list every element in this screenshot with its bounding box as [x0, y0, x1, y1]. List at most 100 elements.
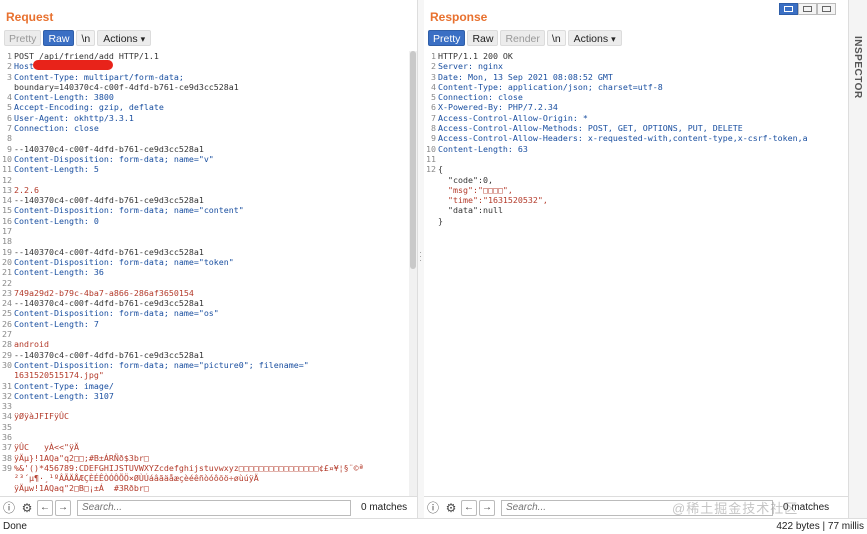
- code-line: 7 Access-Control-Allow-Origin: *: [424, 113, 848, 123]
- response-pretty-tab[interactable]: Pretty: [428, 30, 466, 46]
- code-line: 15 Content-Disposition: form-data; name="…: [0, 205, 417, 215]
- code-line: 32 Content-Length: 3107: [0, 391, 417, 401]
- line-number: 7: [431, 112, 436, 123]
- code-line: 31 Content-Type: image/: [0, 381, 417, 391]
- line-text: Content-Length: 36: [14, 267, 104, 278]
- line-number: 9: [431, 133, 436, 144]
- code-line: 14 --140370c4-c00f-4dfd-b761-ce9d3cc528a1: [0, 195, 417, 205]
- code-line: 17: [0, 226, 417, 236]
- layout-side-by-side-icon[interactable]: [779, 3, 798, 15]
- line-number: 11: [426, 153, 436, 164]
- request-pretty-tab[interactable]: Pretty: [4, 30, 42, 46]
- line-number: 5: [7, 102, 12, 113]
- line-number: 13: [2, 184, 12, 195]
- inspector-panel-tab[interactable]: INSPECTOR: [848, 0, 867, 518]
- response-actions-menu[interactable]: Actions ▾: [567, 30, 622, 46]
- code-line: }: [424, 216, 848, 226]
- code-line: 38 ÿÄµ}!1AQa"q2□□;#B±ÁRÑð$3br□: [0, 453, 417, 463]
- line-text: Content-Type: multipart/form-data;: [14, 71, 184, 82]
- line-number: 10: [2, 153, 12, 164]
- code-line: 6 User-Agent: okhttp/3.3.1: [0, 113, 417, 123]
- status-text: Done: [3, 521, 27, 532]
- response-toolbar: Pretty Raw Render \n Actions ▾: [428, 30, 622, 47]
- line-text: Content-Type: application/json; charset=…: [438, 81, 663, 92]
- gear-icon[interactable]: ⚙: [19, 500, 35, 516]
- line-number: 7: [7, 123, 12, 134]
- line-number: [424, 185, 438, 195]
- code-line: 27: [0, 329, 417, 339]
- line-number: 1: [7, 51, 12, 61]
- line-number: 19: [2, 246, 12, 257]
- help-icon[interactable]: ⓘ: [1, 500, 17, 516]
- line-number: 10: [426, 143, 436, 154]
- response-editor[interactable]: 1 HTTP/1.1 200 OK 2 Server: nginx 3 Date: Mon…: [424, 51, 848, 496]
- request-matches-count: 0 matches: [361, 502, 408, 513]
- line-text: Content-Disposition: form-data; name="co…: [14, 205, 244, 216]
- line-text: boundary=140370c4-c00f-4dfd-b761-ce9d3cc…: [14, 81, 239, 92]
- code-line: 4 Content-Type: application/json; charset…: [424, 82, 848, 92]
- line-text: Content-Length: 7: [14, 318, 99, 329]
- code-line: 37 ÿÛC yÀ<<"ÿÄ: [0, 442, 417, 452]
- arrow-right-icon[interactable]: →: [55, 499, 71, 516]
- help-icon[interactable]: ⓘ: [425, 500, 441, 516]
- line-text: Access-Control-Allow-Origin: *: [438, 112, 588, 123]
- line-number: 16: [2, 215, 12, 226]
- request-editor[interactable]: 1 POST /api/friend/add HTTP/1.1 2 Host: 3 Con…: [0, 51, 417, 496]
- layout-stacked-icon[interactable]: [798, 3, 817, 15]
- line-number: 21: [2, 267, 12, 278]
- arrow-left-icon[interactable]: ←: [461, 499, 477, 516]
- code-line: 13 2.2.6: [0, 185, 417, 195]
- layout-single-icon[interactable]: [817, 3, 836, 15]
- line-text: User-Agent: okhttp/3.3.1: [14, 112, 134, 123]
- line-number: [424, 175, 438, 185]
- code-line: 20 Content-Disposition: form-data; name="…: [0, 257, 417, 267]
- code-line: "time":"1631520532",: [424, 195, 848, 205]
- line-number: 8: [431, 123, 436, 134]
- request-raw-tab[interactable]: Raw: [43, 30, 75, 46]
- code-line: 1 HTTP/1.1 200 OK: [424, 51, 848, 61]
- chevron-down-icon: ▾: [611, 34, 616, 44]
- code-line: 5 Connection: close: [424, 92, 848, 102]
- code-line: 10 Content-Length: 63: [424, 144, 848, 154]
- gear-icon[interactable]: ⚙: [443, 500, 459, 516]
- line-number: 18: [2, 236, 12, 247]
- code-line: 10 Content-Disposition: form-data; name="…: [0, 154, 417, 164]
- code-line: 16 Content-Length: 0: [0, 216, 417, 226]
- code-line: 35: [0, 422, 417, 432]
- request-newline-toggle[interactable]: \n: [76, 30, 96, 46]
- scrollbar-thumb[interactable]: [410, 51, 416, 269]
- line-text: --140370c4-c00f-4dfd-b761-ce9d3cc528a1: [14, 143, 204, 154]
- line-text: }: [438, 215, 443, 226]
- code-line: 23 749a29d2-b79c-4ba7-a866-286af3650154: [0, 288, 417, 298]
- line-number: 35: [2, 421, 12, 432]
- line-number: 26: [2, 318, 12, 329]
- code-line: "code":0,: [424, 175, 848, 185]
- line-number: 31: [2, 380, 12, 391]
- code-line: 5 Accept-Encoding: gzip, deflate: [0, 102, 417, 112]
- request-scrollbar[interactable]: [409, 51, 417, 496]
- line-text: Server: nginx: [438, 61, 503, 72]
- request-search-input[interactable]: [77, 499, 351, 516]
- response-render-tab[interactable]: Render: [500, 30, 545, 46]
- response-raw-tab[interactable]: Raw: [467, 30, 499, 46]
- arrow-left-icon[interactable]: ←: [37, 499, 53, 516]
- line-number: [0, 473, 14, 483]
- line-text: 1631520515174.jpg": [14, 370, 104, 381]
- code-line: "msg":"□□□□",: [424, 185, 848, 195]
- line-number: 12: [426, 164, 436, 175]
- line-text: ÿÄµ}!1AQa"q2□□;#B±ÁRÑð$3br□: [14, 452, 149, 463]
- request-actions-menu[interactable]: Actions ▾: [97, 30, 152, 46]
- response-actions-label: Actions: [573, 33, 609, 45]
- arrow-right-icon[interactable]: →: [479, 499, 495, 516]
- code-line: 26 Content-Length: 7: [0, 319, 417, 329]
- line-number: 36: [2, 431, 12, 442]
- line-text: {: [438, 164, 443, 175]
- response-newline-toggle[interactable]: \n: [546, 30, 566, 46]
- code-line: ²³´µ¶·¸¹ºÂÃÄÅÆÇÈÉÊÒÓÔÕÖ×ØÙÚáâãäåæçèéêñòó…: [0, 473, 417, 483]
- line-number: 30: [2, 359, 12, 370]
- line-number: 1: [431, 51, 436, 61]
- host-redaction-mark: [33, 60, 113, 70]
- code-line: 12{: [424, 164, 848, 174]
- line-text: Access-Control-Allow-Methods: POST, GET,…: [438, 123, 743, 134]
- line-text: 749a29d2-b79c-4ba7-a866-286af3650154: [14, 287, 194, 298]
